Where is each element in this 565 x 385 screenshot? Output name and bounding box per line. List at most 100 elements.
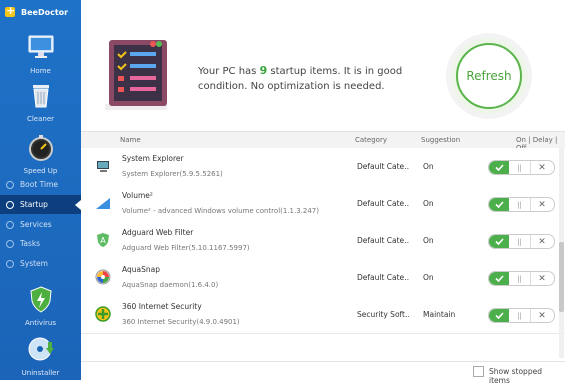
row-category: Default Cate…: [357, 273, 409, 282]
state-toggle: || ✕: [488, 160, 555, 175]
nav-cleaner[interactable]: Cleaner: [0, 80, 81, 123]
delay-pause-button[interactable]: ||: [509, 198, 531, 211]
subnav-label: Services: [20, 220, 52, 229]
state-toggle: || ✕: [488, 308, 555, 323]
delay-pause-button[interactable]: ||: [509, 309, 531, 322]
services-icon: [6, 220, 14, 229]
row-suggestion: Maintain: [423, 310, 456, 319]
nav-uninstaller[interactable]: Uninstaller: [0, 334, 81, 377]
row-category: Default Cate…: [357, 199, 409, 208]
system-explorer-icon: [97, 161, 109, 172]
table-row[interactable]: Volume² Volume² - advanced Windows volum…: [81, 185, 565, 223]
nav-speedup-label: Speed Up: [23, 167, 58, 175]
state-toggle: || ✕: [488, 197, 555, 212]
row-desc: Volume² - advanced Windows volume contro…: [122, 207, 319, 215]
row-category: Security Soft…: [357, 310, 409, 319]
subnav-system[interactable]: System: [0, 254, 81, 273]
svg-text:A: A: [100, 236, 106, 245]
row-desc: Adguard Web Filter(5.10.1167.5997): [122, 244, 250, 252]
row-suggestion: On: [423, 162, 434, 171]
delay-pause-button[interactable]: ||: [509, 272, 531, 285]
system-icon: [6, 259, 14, 268]
show-stopped-label: Show stopped items: [489, 367, 542, 385]
off-x-button[interactable]: ✕: [531, 309, 553, 322]
subnav-tasks[interactable]: Tasks: [0, 234, 81, 253]
nav-cleaner-label: Cleaner: [26, 115, 55, 123]
scrollbar[interactable]: [559, 148, 564, 358]
delay-pause-button[interactable]: ||: [509, 161, 531, 174]
monitor-icon: [28, 35, 53, 58]
table-row[interactable]: 360 Internet Security 360 Internet Secur…: [81, 296, 565, 334]
nav-antivirus[interactable]: Antivirus: [0, 284, 81, 327]
on-check-button[interactable]: [489, 161, 509, 174]
sidebar: BeeDoctor Home Cleaner Speed Up: [0, 0, 81, 380]
row-desc: AquaSnap daemon(1.6.4.0): [122, 281, 219, 289]
row-desc: 360 Internet Security(4.9.0.4901): [122, 318, 240, 326]
row-name: AquaSnap: [122, 265, 160, 274]
off-x-button[interactable]: ✕: [531, 272, 553, 285]
scrollbar-thumb[interactable]: [559, 242, 564, 312]
nav-speedup[interactable]: Speed Up: [0, 130, 81, 176]
tasks-icon: [6, 239, 14, 248]
state-toggle: || ✕: [488, 234, 555, 249]
nav-home-label: Home: [30, 67, 51, 75]
table-header: Name Category Suggestion On | Delay | Of…: [81, 131, 565, 152]
row-suggestion: On: [423, 273, 434, 282]
app-title: BeeDoctor: [21, 7, 69, 17]
row-desc: System Explorer(5.9.5.5261): [122, 170, 223, 178]
on-check-button[interactable]: [489, 198, 509, 211]
adguard-icon: A: [97, 233, 109, 247]
row-suggestion: On: [423, 199, 434, 208]
subnav-startup[interactable]: Startup: [0, 195, 81, 214]
on-check-button[interactable]: [489, 309, 509, 322]
startup-icon: [6, 200, 14, 209]
nav-antivirus-label: Antivirus: [25, 319, 56, 327]
row-name: System Explorer: [122, 154, 184, 163]
show-stopped-checkbox[interactable]: [473, 366, 484, 377]
row-name: 360 Internet Security: [122, 302, 202, 311]
col-category: Category: [355, 136, 387, 144]
delay-pause-button[interactable]: ||: [509, 235, 531, 248]
checklist-illustration-icon: [105, 40, 167, 110]
table-row[interactable]: A Adguard Web Filter Adguard Web Filter(…: [81, 222, 565, 260]
subnav-boot-time[interactable]: Boot Time: [0, 175, 81, 194]
trash-icon: [32, 85, 49, 108]
nav-uninstaller-label: Uninstaller: [21, 369, 60, 377]
row-suggestion: On: [423, 236, 434, 245]
on-check-button[interactable]: [489, 272, 509, 285]
stopwatch-icon: [28, 135, 53, 161]
col-suggestion: Suggestion: [421, 136, 461, 144]
disc-download-icon: [28, 337, 54, 361]
360-security-icon: [95, 306, 111, 322]
subnav-label: Startup: [20, 200, 48, 209]
volume-icon: [96, 198, 110, 209]
subnav-label: Tasks: [20, 239, 41, 248]
refresh-label: Refresh: [466, 69, 512, 83]
on-check-button[interactable]: [489, 235, 509, 248]
off-x-button[interactable]: ✕: [531, 161, 553, 174]
clock-icon: [6, 180, 14, 189]
footer: Show stopped items: [81, 361, 565, 385]
summary-panel: Your PC has 9 startup items. It is in go…: [81, 0, 565, 131]
subnav-label: Boot Time: [20, 180, 59, 189]
off-x-button[interactable]: ✕: [531, 235, 553, 248]
row-category: Default Cate…: [357, 162, 409, 171]
summary-prefix: Your PC has: [198, 66, 260, 77]
state-toggle: || ✕: [488, 271, 555, 286]
beedoctor-logo-icon: [5, 4, 15, 17]
col-name: Name: [120, 136, 141, 144]
row-name: Adguard Web Filter: [122, 228, 194, 237]
summary-text: Your PC has 9 startup items. It is in go…: [198, 63, 438, 94]
aquasnap-icon: [95, 269, 111, 285]
subnav-label: System: [20, 259, 48, 268]
nav-home[interactable]: Home: [0, 32, 81, 75]
row-name: Volume²: [122, 191, 153, 200]
refresh-button[interactable]: Refresh: [451, 38, 527, 114]
table-row[interactable]: System Explorer System Explorer(5.9.5.52…: [81, 148, 565, 186]
row-category: Default Cate…: [357, 236, 409, 245]
subnav-services[interactable]: Services: [0, 215, 81, 234]
shield-icon: [29, 286, 52, 313]
off-x-button[interactable]: ✕: [531, 198, 553, 211]
brand: BeeDoctor: [5, 4, 68, 20]
table-row[interactable]: AquaSnap AquaSnap daemon(1.6.4.0) Defaul…: [81, 259, 565, 297]
